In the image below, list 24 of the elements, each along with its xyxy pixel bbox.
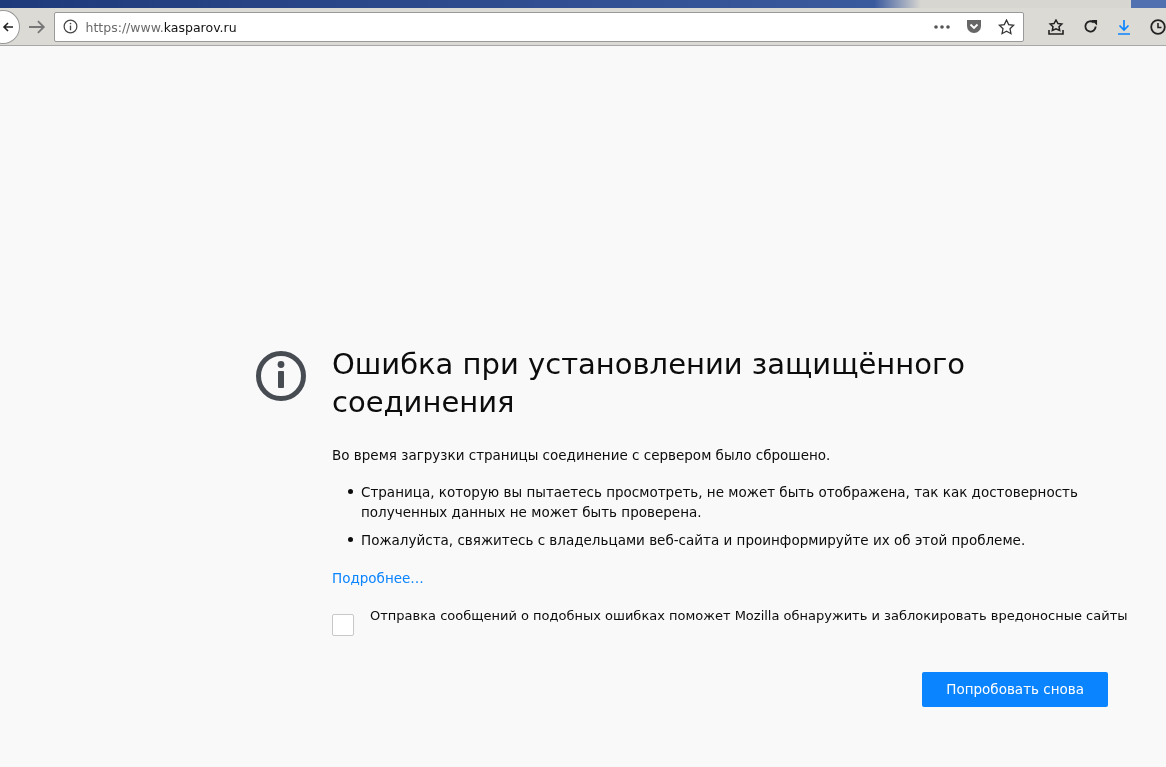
address-bar[interactable]: https://www.kasparov.ru <box>53 11 1024 42</box>
url-domain-text: kasparov.ru <box>163 19 237 35</box>
error-title: Ошибка при установлении защищённого соединения <box>332 346 966 421</box>
forward-arrow-icon[interactable] <box>27 19 46 34</box>
checkbox-label: Отправка сообщений о подобных ошибках поможет Mozilla обнаружить и заблокировать вредоносные сайты <box>370 607 1129 626</box>
info-icon[interactable] <box>62 19 78 34</box>
clock-icon[interactable] <box>1150 18 1166 35</box>
bullet-text: Страница, которую вы пытаетесь просмотреть, не может быть отображена, так как достоверность полученных данных не может быть проверена. <box>361 482 1079 522</box>
star-icon[interactable] <box>998 18 1015 35</box>
learn-more-link[interactable]: Подробнее… <box>332 570 424 587</box>
download-icon[interactable] <box>1117 18 1131 35</box>
report-checkbox[interactable] <box>332 614 354 637</box>
bullet-text: Пожалуйста, свяжитесь с владельцами веб-сайта и проинформируйте их об этой проблеме. <box>361 531 1026 551</box>
error-description: Во время загрузки страницы соединение с сервером было сброшено. <box>332 446 832 466</box>
bookmarks-library-icon[interactable] <box>1048 18 1064 35</box>
bullet-icon <box>348 488 353 494</box>
reload-icon[interactable] <box>1083 19 1098 34</box>
bullet-icon <box>348 537 353 543</box>
retry-button[interactable]: Попробовать снова <box>922 672 1108 707</box>
info-icon <box>255 350 307 402</box>
pocket-icon[interactable] <box>966 19 982 34</box>
more-dots-icon[interactable] <box>934 24 950 29</box>
url-text: https://www. <box>85 19 164 35</box>
back-arrow-icon[interactable] <box>1 20 14 33</box>
